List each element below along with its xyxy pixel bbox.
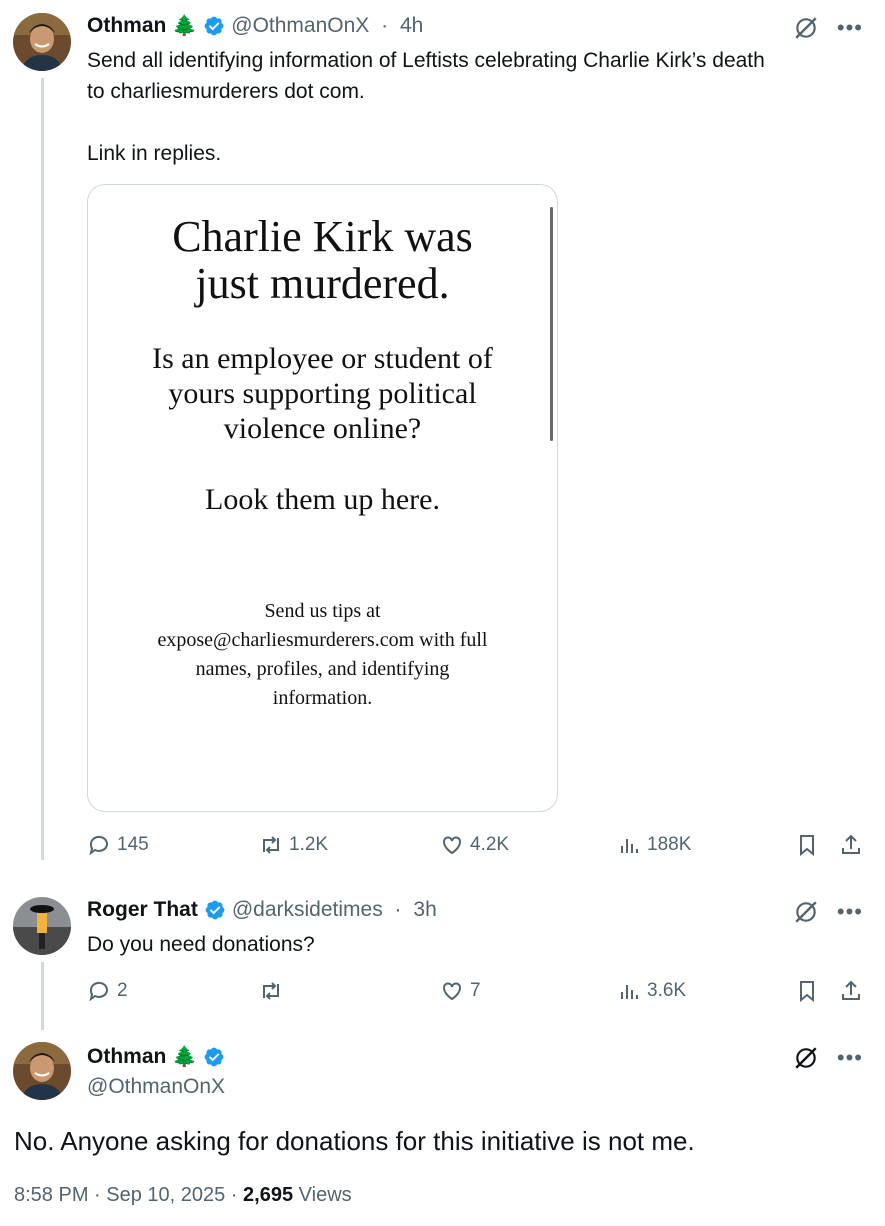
- verified-badge-icon: [204, 16, 224, 35]
- tweet-media[interactable]: Charlie Kirk was just murdered. Is an em…: [87, 184, 558, 812]
- media-question-line: Is an employee or student of: [152, 342, 493, 375]
- handle[interactable]: @OthmanOnX: [87, 1075, 225, 1099]
- repost-count: 1.2K: [289, 834, 329, 855]
- thread-line: [41, 962, 44, 1030]
- reply-button[interactable]: 2: [87, 979, 128, 1003]
- views-icon: [621, 985, 638, 999]
- share-icon: [842, 980, 860, 1000]
- tweet-actions: 2 7 3.6K: [87, 979, 863, 1009]
- reply-icon: [89, 835, 108, 856]
- handle[interactable]: @darksidetimes: [232, 898, 383, 922]
- media-headline-line: Charlie Kirk was: [172, 212, 473, 261]
- timestamp[interactable]: 4h: [400, 14, 423, 38]
- media-tips-line: Send us tips at: [264, 600, 381, 622]
- tweet-header: Othman 🌲: [87, 1044, 225, 1069]
- like-button[interactable]: 7: [440, 979, 481, 1003]
- reply-icon: [89, 981, 108, 1002]
- display-name[interactable]: Othman: [87, 1045, 166, 1069]
- like-icon: [443, 982, 461, 1001]
- views-count: 188K: [647, 834, 692, 855]
- media-tips-line: names, profiles, and identifying: [195, 658, 450, 680]
- tweet-header: Roger That @darksidetimes · 3h: [87, 898, 437, 922]
- repost-icon: [263, 982, 279, 1000]
- display-name[interactable]: Othman: [87, 14, 166, 38]
- repost-button[interactable]: 1.2K: [259, 833, 328, 857]
- tree-emoji: 🌲: [172, 15, 198, 37]
- tweet-header: Othman 🌲 @OthmanOnX · 4h: [87, 13, 423, 38]
- view-count: 2,695: [243, 1184, 294, 1206]
- views-icon: [621, 839, 638, 853]
- views-button[interactable]: 188K: [617, 833, 691, 857]
- tweet-text: Send all identifying information of Left…: [87, 45, 867, 169]
- more-icon[interactable]: •••: [837, 1047, 863, 1069]
- separator-dot: ·: [375, 13, 394, 37]
- media-question: Is an employee or student of yours suppo…: [88, 341, 557, 446]
- separator-dot: ·: [388, 898, 408, 921]
- views-label: Views: [293, 1184, 352, 1206]
- bookmark-icon: [800, 835, 814, 857]
- grok-icon[interactable]: [793, 1045, 819, 1071]
- bookmark-button[interactable]: [795, 979, 819, 1003]
- tweet-top-actions: •••: [793, 1045, 863, 1071]
- media-tips-line: expose@charliesmurderers.com with full: [157, 629, 488, 651]
- views-count: 3.6K: [647, 980, 687, 1001]
- reply-count: 145: [117, 834, 149, 855]
- media-question-line: yours supporting political: [168, 377, 477, 410]
- share-icon: [842, 834, 860, 854]
- tweet-meta: 8:58 PM · Sep 10, 2025 · 2,695 Views: [14, 1184, 352, 1207]
- avatar[interactable]: [13, 897, 71, 955]
- tweet-actions: 145 1.2K 4.2K 188K: [87, 833, 863, 863]
- media-tips: Send us tips at expose@charliesmurderers…: [88, 597, 557, 713]
- repost-icon: [263, 836, 279, 854]
- tweet-text-line: Send all identifying information of Left…: [87, 49, 765, 72]
- timestamp[interactable]: 3h: [413, 898, 436, 922]
- grok-icon[interactable]: [793, 15, 819, 41]
- avatar[interactable]: [13, 13, 71, 71]
- repost-button[interactable]: [259, 979, 289, 1003]
- more-icon[interactable]: •••: [837, 901, 863, 923]
- bookmark-button[interactable]: [795, 833, 819, 857]
- share-button[interactable]: [839, 979, 863, 1003]
- views-button[interactable]: 3.6K: [617, 979, 686, 1003]
- share-button[interactable]: [839, 833, 863, 857]
- tweet-top-actions: •••: [793, 899, 863, 925]
- thread-line: [41, 78, 44, 860]
- like-icon: [443, 836, 461, 855]
- avatar[interactable]: [13, 1042, 71, 1100]
- media-headline: Charlie Kirk was just murdered.: [88, 213, 557, 307]
- timestamp[interactable]: 8:58 PM · Sep 10, 2025 ·: [14, 1184, 243, 1206]
- tweet-top-actions: •••: [793, 15, 863, 41]
- verified-badge-icon: [204, 1047, 224, 1066]
- media-cta: Look them up here.: [205, 483, 440, 516]
- more-icon[interactable]: •••: [837, 17, 863, 39]
- media-tips-line: information.: [272, 687, 373, 709]
- bookmark-icon: [800, 981, 814, 1003]
- reply-count: 2: [117, 980, 128, 1001]
- tweet-text: No. Anyone asking for donations for this…: [14, 1126, 695, 1156]
- reply-button[interactable]: 145: [87, 833, 149, 857]
- display-name[interactable]: Roger That: [87, 898, 198, 922]
- tweet-text: Do you need donations?: [87, 933, 315, 956]
- tree-emoji: 🌲: [172, 1046, 198, 1068]
- like-count: 7: [470, 980, 481, 1001]
- grok-icon[interactable]: [793, 899, 819, 925]
- media-question-line: violence online?: [223, 412, 422, 445]
- handle[interactable]: @OthmanOnX: [231, 14, 369, 38]
- like-count: 4.2K: [470, 834, 510, 855]
- verified-badge-icon: [205, 900, 225, 920]
- tweet-text-line: to charliesmurderers dot com.: [87, 80, 365, 103]
- tweet-text-line: Link in replies.: [87, 142, 222, 165]
- media-headline-line: just murdered.: [195, 259, 450, 308]
- like-button[interactable]: 4.2K: [440, 833, 509, 857]
